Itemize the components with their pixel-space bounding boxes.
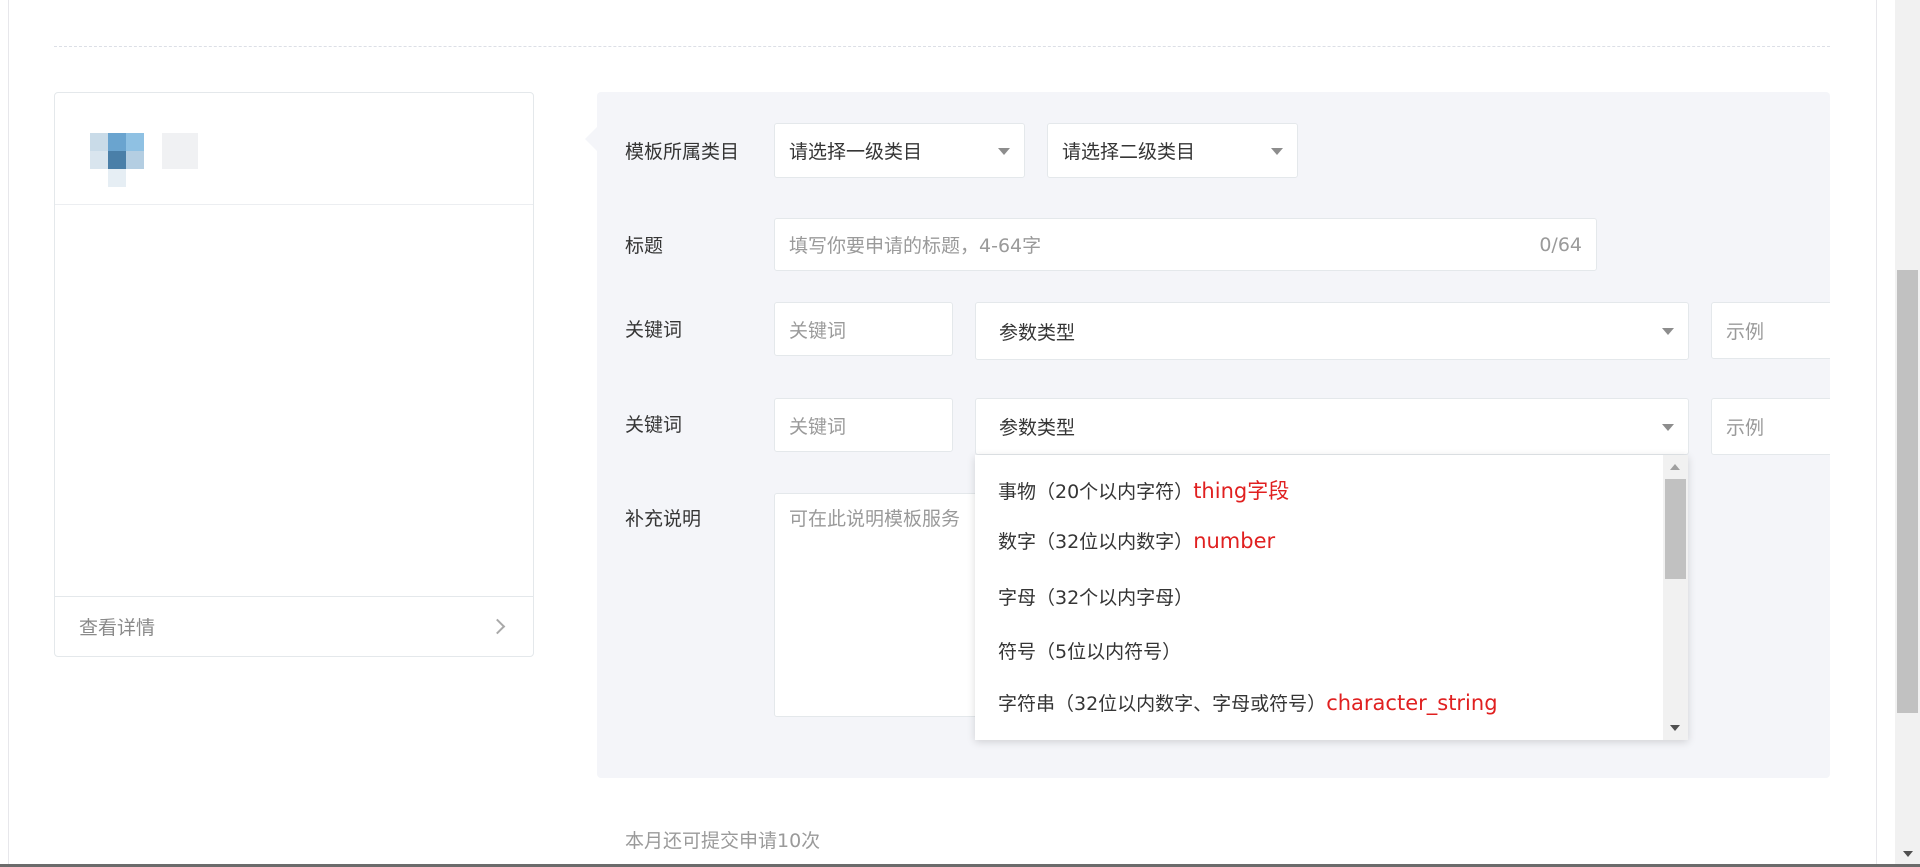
note-label: 补充说明 — [625, 508, 702, 530]
example-input[interactable]: 示例 — [1711, 398, 1830, 455]
keyword-placeholder: 关键词 — [789, 319, 847, 342]
primary-category-select[interactable]: 请选择一级类目 — [774, 123, 1025, 178]
view-detail-link[interactable]: 查看详情 — [55, 596, 533, 656]
note-placeholder: 可在此说明模板服务 — [789, 508, 961, 530]
title-char-counter: 0/64 — [1539, 233, 1582, 256]
secondary-category-select[interactable]: 请选择二级类目 — [1047, 123, 1298, 178]
option-annotation: number — [1193, 529, 1276, 553]
option-text: 符号（5位以内符号） — [998, 641, 1182, 663]
dropdown-option[interactable]: 符号（5位以内符号） — [998, 637, 1181, 664]
keyword-input[interactable]: 关键词 — [774, 302, 953, 356]
option-text: 字母（32个以内字母） — [998, 587, 1194, 609]
param-type-value: 参数类型 — [999, 417, 1076, 439]
example-placeholder: 示例 — [1726, 321, 1765, 343]
option-annotation: thing字段 — [1193, 479, 1290, 503]
param-type-dropdown: 事物（20个以内字符）thing字段 数字（32位以内数字）number 字母（… — [975, 455, 1688, 740]
page-scroll-thumb[interactable] — [1897, 270, 1918, 713]
secondary-category-value: 请选择二级类目 — [1062, 141, 1196, 163]
template-preview-card: 查看详情 — [54, 92, 534, 657]
example-input[interactable]: 示例 — [1711, 302, 1830, 359]
scroll-down-arrow-icon[interactable] — [1903, 851, 1913, 857]
example-placeholder: 示例 — [1726, 417, 1765, 439]
caret-down-icon — [998, 147, 1010, 155]
caret-down-icon — [1662, 423, 1674, 431]
primary-category-value: 请选择一级类目 — [789, 141, 923, 163]
chevron-right-icon — [489, 618, 506, 635]
option-annotation: character_string — [1326, 691, 1498, 715]
option-text: 数字（32位以内数字） — [998, 531, 1194, 553]
scroll-down-arrow-icon[interactable] — [1670, 725, 1680, 731]
preview-header — [55, 93, 533, 205]
submission-quota-text: 本月还可提交申请10次 — [625, 830, 821, 852]
keyword-input[interactable]: 关键词 — [774, 398, 953, 452]
option-text: 事物（20个以内字符） — [998, 481, 1194, 503]
page-right-border — [1876, 0, 1877, 867]
section-divider — [54, 46, 1830, 47]
title-input[interactable]: 填写你要申请的标题，4-64字 0/64 — [774, 218, 1597, 271]
scroll-up-arrow-icon[interactable] — [1670, 464, 1680, 470]
dropdown-option[interactable]: 字母（32个以内字母） — [998, 583, 1193, 610]
caret-down-icon — [1662, 328, 1674, 335]
keyword-placeholder: 关键词 — [789, 415, 847, 438]
dropdown-scrollbar[interactable] — [1663, 455, 1688, 740]
param-type-value: 参数类型 — [999, 321, 1076, 344]
title-placeholder: 填写你要申请的标题，4-64字 — [789, 235, 1042, 257]
keyword-label: 关键词 — [625, 414, 683, 436]
view-detail-label: 查看详情 — [79, 617, 156, 639]
preview-body — [55, 205, 533, 595]
dropdown-option[interactable]: 字符串（32位以内数字、字母或符号）character_string — [998, 689, 1498, 716]
category-label: 模板所属类目 — [625, 141, 740, 163]
dropdown-option[interactable]: 事物（20个以内字符）thing字段 — [998, 475, 1289, 505]
param-type-select[interactable]: 参数类型 — [975, 302, 1689, 360]
caret-down-icon — [1271, 147, 1283, 155]
option-text: 字符串（32位以内数字、字母或符号） — [998, 693, 1327, 715]
keyword-label: 关键词 — [625, 319, 683, 341]
param-type-select-open[interactable]: 参数类型 — [975, 398, 1689, 455]
dropdown-scroll-thumb[interactable] — [1665, 479, 1686, 579]
page-left-border — [8, 0, 9, 867]
dropdown-option-list: 事物（20个以内字符）thing字段 数字（32位以内数字）number 字母（… — [975, 455, 1663, 740]
title-label: 标题 — [625, 235, 664, 257]
dropdown-option[interactable]: 数字（32位以内数字）number — [998, 527, 1275, 554]
